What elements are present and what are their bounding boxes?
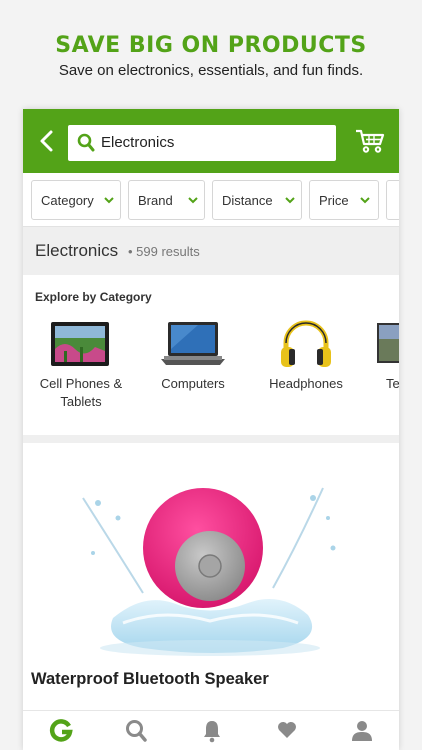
chevron-down-icon	[188, 197, 198, 204]
promo-subtitle: Save on electronics, essentials, and fun…	[58, 62, 364, 79]
filter-label: Distance	[222, 193, 273, 208]
tab-saved[interactable]	[276, 719, 298, 746]
product-name: Waterproof Bluetooth Speaker	[31, 670, 269, 688]
results-header: Electronics • 599 results	[23, 227, 399, 275]
cart-button[interactable]	[354, 127, 386, 155]
app-screen: Electronics Category Brand Distance Pric…	[23, 109, 399, 750]
category-label: Computers	[161, 376, 225, 391]
heart-icon	[278, 722, 296, 738]
headphones-icon	[281, 320, 331, 367]
tab-notifications[interactable]	[202, 719, 222, 748]
filter-bar: Category Brand Distance Price	[23, 173, 399, 227]
tab-home[interactable]	[49, 719, 73, 748]
product-card[interactable]: Waterproof Bluetooth Speaker	[23, 443, 399, 711]
explore-title: Explore by Category	[35, 290, 152, 304]
chevron-down-icon	[285, 197, 295, 204]
search-input[interactable]: Electronics	[68, 125, 336, 161]
chevron-down-icon	[104, 197, 114, 204]
back-button[interactable]	[37, 129, 57, 153]
filter-label: Price	[319, 193, 349, 208]
chevron-down-icon	[360, 197, 370, 204]
user-icon	[352, 721, 372, 741]
tab-search[interactable]	[125, 719, 147, 748]
filter-more[interactable]	[386, 180, 399, 220]
filter-distance[interactable]: Distance	[212, 180, 302, 220]
tablet-icon	[51, 322, 109, 366]
bottom-tab-bar	[23, 710, 399, 750]
top-bar: Electronics	[23, 109, 399, 173]
tv-icon	[377, 323, 399, 363]
filter-category[interactable]: Category	[31, 180, 121, 220]
filter-price[interactable]: Price	[309, 180, 379, 220]
results-count: • 599 results	[128, 244, 200, 259]
bell-icon	[204, 721, 220, 743]
promo-title: SAVE BIG ON PRODUCTS	[55, 33, 367, 58]
category-computers[interactable]: Computers	[151, 319, 235, 393]
category-tv[interactable]: Te	[373, 319, 399, 393]
category-label: Headphones	[269, 376, 343, 391]
category-label: Cell Phones & Tablets	[39, 376, 123, 409]
results-title: Electronics	[35, 241, 119, 260]
filter-label: Category	[41, 193, 94, 208]
section-divider	[23, 435, 399, 443]
filter-brand[interactable]: Brand	[128, 180, 205, 220]
category-cell-phones-tablets[interactable]: Cell Phones & Tablets	[35, 319, 127, 411]
explore-section: Explore by Category Cell Phones & Tablet…	[23, 275, 399, 435]
category-headphones[interactable]: Headphones	[261, 319, 351, 393]
chevron-left-icon	[40, 130, 53, 152]
tab-profile[interactable]	[351, 719, 373, 748]
category-label: Te	[386, 376, 399, 391]
filter-label: Brand	[138, 193, 173, 208]
search-icon	[77, 133, 95, 152]
groupon-logo-icon	[49, 719, 73, 742]
laptop-icon	[161, 322, 225, 365]
shopping-cart-icon	[356, 129, 385, 153]
speaker-splash-image	[82, 487, 336, 656]
search-icon	[126, 720, 147, 742]
search-value: Electronics	[101, 134, 175, 151]
